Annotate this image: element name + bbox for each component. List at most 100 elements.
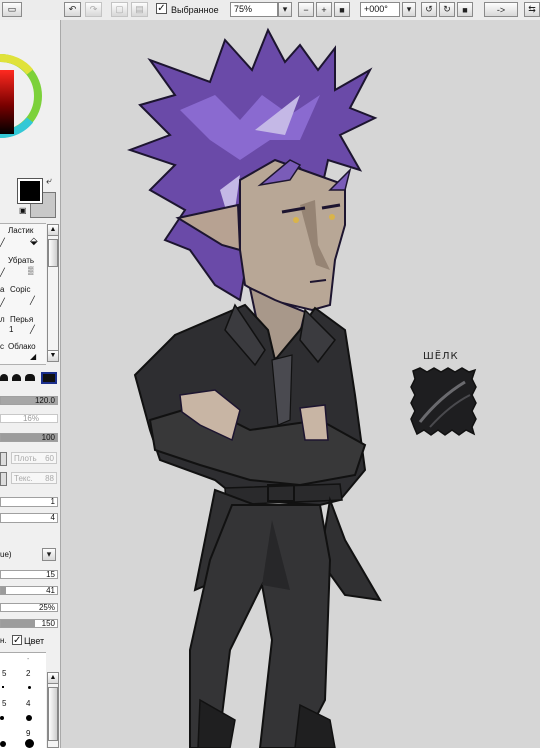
grid-cell-2[interactable]: 2: [26, 669, 30, 678]
brush-shape-round-icon[interactable]: [0, 374, 8, 381]
chevron-up-icon: ▲: [49, 226, 57, 233]
param-slider-1[interactable]: 15: [0, 570, 58, 579]
min-size-slider[interactable]: 16%: [0, 414, 58, 423]
window-icon: ▭: [7, 4, 17, 14]
tool-eraser-label[interactable]: Ластик: [8, 226, 33, 235]
texture-toggle[interactable]: [0, 472, 7, 486]
undo-button[interactable]: ↶: [64, 2, 81, 17]
invert-icon: ▤: [135, 4, 144, 14]
dot-icon[interactable]: [0, 741, 6, 747]
plus-icon: +: [321, 4, 327, 15]
tool-pen-label[interactable]: Перья: [10, 315, 33, 324]
zoom-in-button[interactable]: +: [316, 2, 332, 17]
brush-size-slider[interactable]: 120.0: [0, 396, 58, 405]
deselect-icon: ▢: [115, 4, 124, 14]
rotation-dropdown-button[interactable]: ▾: [402, 2, 416, 17]
swap-colors-icon[interactable]: ⤶: [46, 176, 52, 187]
drawing-canvas[interactable]: ШЁЛК: [61, 20, 540, 748]
primary-color-swatch[interactable]: [17, 178, 43, 204]
dot-icon[interactable]: [25, 739, 34, 748]
tool-cloud-label[interactable]: Облако: [8, 342, 36, 351]
pencil-icon[interactable]: ╱: [0, 268, 5, 277]
reset-colors-icon[interactable]: ▣: [19, 206, 27, 215]
brush-shape-soft-icon[interactable]: [12, 374, 21, 381]
deselect-button[interactable]: ▢: [111, 2, 128, 17]
density-slider[interactable]: 100: [0, 433, 58, 442]
mode-label: ue): [0, 550, 12, 559]
eraser-icon[interactable]: ⬙: [30, 236, 38, 247]
tool-s-label[interactable]: с: [0, 342, 4, 351]
grid-cell-4[interactable]: 4: [26, 699, 30, 708]
grid-cell-5a[interactable]: 5: [2, 669, 6, 678]
mode-dropdown-button[interactable]: ▾: [42, 548, 56, 561]
rotate-right-button[interactable]: ↻: [439, 2, 455, 17]
redo-button[interactable]: ↷: [85, 2, 102, 17]
mirror-button[interactable]: ⇆: [524, 2, 540, 17]
dot-icon[interactable]: [0, 716, 4, 720]
dot-icon[interactable]: [2, 686, 4, 688]
brush-shape-flat-icon[interactable]: [25, 374, 35, 381]
dot-icon[interactable]: [28, 686, 31, 689]
selection-label: Выбранное: [171, 5, 219, 15]
tool-copic-label[interactable]: Copic: [10, 285, 30, 294]
blend-toggle[interactable]: [0, 452, 7, 466]
scroll-up-button[interactable]: ▲: [47, 672, 59, 684]
redo-icon: ↷: [89, 4, 98, 14]
minus-icon: −: [303, 4, 309, 15]
copic-icon[interactable]: ╱: [30, 296, 35, 305]
zoom-field[interactable]: 75%: [230, 2, 278, 17]
tool-1-label[interactable]: 1: [9, 325, 13, 334]
tool-remove-label[interactable]: Убрать: [8, 256, 34, 265]
chevron-down-icon: ▾: [282, 4, 288, 14]
saturation-value-square[interactable]: [0, 70, 14, 134]
param-slider-2[interactable]: 41: [0, 586, 58, 595]
scroll-up-button[interactable]: ▲: [47, 224, 59, 236]
setting-field-b[interactable]: 4: [0, 513, 58, 523]
chevron-down-icon: ▾: [406, 4, 412, 14]
texture-field[interactable]: Текс. 88: [11, 472, 57, 484]
left-tool-panel: ⤶ ▣ Ластик ⬙ ╱ Убрать ▒ ╱ a Copic ╱ ╱ л …: [0, 20, 61, 748]
scroll-thumb[interactable]: [48, 239, 58, 267]
tool-a-label[interactable]: a: [0, 285, 4, 294]
dot-icon[interactable]: [26, 715, 32, 721]
zoom-out-button[interactable]: −: [298, 2, 314, 17]
tool-list-scrollbar[interactable]: ▲ ▼: [47, 224, 59, 362]
rotate-reset-button[interactable]: ■: [457, 2, 473, 17]
rotate-cw-icon: ↻: [443, 4, 451, 14]
zoom-dropdown-button[interactable]: ▾: [278, 2, 292, 17]
rotate-left-button[interactable]: ↺: [421, 2, 437, 17]
pen-icon[interactable]: ╱: [30, 325, 35, 334]
rotation-field[interactable]: +000°: [360, 2, 400, 17]
brush-shape-square-icon[interactable]: [41, 372, 57, 384]
param-slider-3[interactable]: 25%: [0, 603, 58, 612]
chevron-up-icon: ▲: [49, 674, 57, 681]
color-wheel[interactable]: [0, 20, 60, 170]
grid-cell-9[interactable]: 9: [26, 729, 30, 738]
flip-button[interactable]: ->: [484, 2, 518, 17]
chevron-down-icon: ▾: [46, 549, 52, 559]
selection-checkbox[interactable]: ✓: [156, 3, 167, 14]
scroll-down-button[interactable]: ▼: [47, 350, 59, 362]
scroll-thumb[interactable]: [48, 687, 58, 741]
check-prefix-label: н.: [0, 636, 7, 645]
menu-toggle-button[interactable]: ▭: [2, 2, 22, 17]
grid-cell-5b[interactable]: 5: [2, 699, 6, 708]
blend-field[interactable]: Плоть 60: [11, 452, 57, 464]
param-slider-4[interactable]: 150: [0, 619, 58, 628]
undo-icon: ↶: [68, 4, 77, 14]
marker-icon[interactable]: ╱: [0, 298, 5, 307]
rotate-ccw-icon: ↺: [425, 4, 433, 14]
color-checkbox[interactable]: ✓: [12, 635, 22, 646]
cloud-icon[interactable]: ◢: [30, 352, 36, 361]
tool-l-label[interactable]: л: [0, 315, 5, 324]
remove-icon[interactable]: ▒: [28, 266, 34, 275]
invert-selection-button[interactable]: ▤: [131, 2, 148, 17]
chevron-down-icon: ▼: [49, 352, 57, 359]
zoom-reset-button[interactable]: ■: [334, 2, 350, 17]
swatch-label: ШЁЛК: [423, 351, 459, 362]
mirror-icon: ⇆: [528, 4, 536, 14]
dot-grid-scrollbar[interactable]: ▲: [47, 672, 59, 748]
brush-icon[interactable]: ╱: [0, 238, 5, 247]
setting-field-a[interactable]: 1: [0, 497, 58, 507]
square-icon: ■: [339, 4, 345, 15]
